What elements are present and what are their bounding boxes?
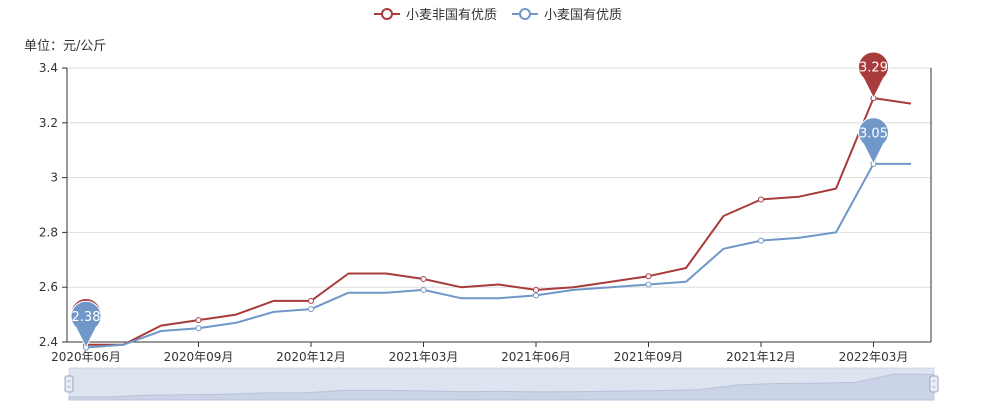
- series-point-0: [195, 317, 202, 324]
- value-pin-series-1: 3.05: [858, 117, 889, 166]
- x-tick-label: 2021年03月: [389, 350, 459, 364]
- series-point-1: [645, 281, 652, 288]
- series-point-0: [645, 273, 652, 280]
- value-pin-series-0: 3.29: [858, 51, 889, 100]
- slider-handle-left[interactable]: [64, 375, 74, 393]
- series-point-1: [420, 286, 427, 293]
- x-tick-label: 2022年03月: [839, 350, 909, 364]
- series-point-1: [533, 292, 539, 299]
- slider-handle-right-grip[interactable]: [929, 375, 939, 393]
- x-tick-label: 2021年06月: [501, 350, 571, 364]
- x-tick-label: 2021年09月: [614, 350, 684, 364]
- series-lines: [85, 97, 912, 349]
- y-tick-label: 3: [50, 171, 58, 185]
- legend-symbol-series-0: [381, 8, 393, 20]
- series-point-1: [308, 306, 314, 313]
- y-tick-label: 3.4: [39, 61, 58, 75]
- series-line-1: [85, 162, 911, 349]
- series-point-1: [758, 237, 764, 244]
- legend[interactable]: 小麦非国有优质 小麦国有优质: [374, 8, 622, 23]
- y-tick-label: 2.4: [39, 335, 58, 349]
- legend-label-series-0: 小麦非国有优质: [406, 8, 497, 23]
- x-tick-label: 2020年06月: [51, 350, 121, 364]
- y-tick-label: 2.8: [39, 225, 58, 239]
- x-tick-label: 2021年12月: [726, 350, 796, 364]
- value-pin-series-1: 2.38: [70, 300, 102, 349]
- legend-item-series-0[interactable]: 小麦非国有优质: [374, 8, 497, 23]
- axes: 2.4 2.6 2.8 3 3.2 3.4 2020年06月 2020年09月 2020年12月…: [39, 61, 932, 364]
- y-tick-label: 2.6: [39, 280, 58, 294]
- legend-label-series-1: 小麦国有优质: [544, 8, 622, 23]
- y-axis-unit-label: 单位：元/公斤: [24, 39, 106, 54]
- slider-handle-right[interactable]: [929, 375, 939, 393]
- x-tick-label: 2020年09月: [164, 350, 234, 364]
- data-zoom-slider[interactable]: [64, 367, 939, 401]
- series-point-0: [758, 196, 764, 203]
- series-points: [83, 95, 877, 351]
- legend-symbol-series-1: [519, 8, 531, 20]
- series-point-1: [195, 325, 202, 332]
- series-point-0: [420, 275, 427, 282]
- series-point-0: [308, 297, 314, 304]
- series-point-0: [533, 286, 539, 293]
- value-pin-label: 2.38: [72, 310, 101, 325]
- y-tick-label: 3.2: [39, 116, 58, 130]
- value-pin-label: 3.05: [859, 126, 888, 141]
- slider-handle-left-grip[interactable]: [64, 375, 74, 393]
- line-chart: 小麦非国有优质 小麦国有优质 单位：元/公斤 2.42.62.833.23.42…: [24, 8, 939, 401]
- series-line-0: [86, 97, 912, 346]
- value-pin-label: 3.29: [859, 61, 888, 76]
- slider-selected-range[interactable]: [69, 368, 934, 400]
- legend-item-series-1[interactable]: 小麦国有优质: [512, 8, 622, 23]
- x-tick-label: 2020年12月: [276, 350, 346, 364]
- grid-lines: [67, 67, 931, 343]
